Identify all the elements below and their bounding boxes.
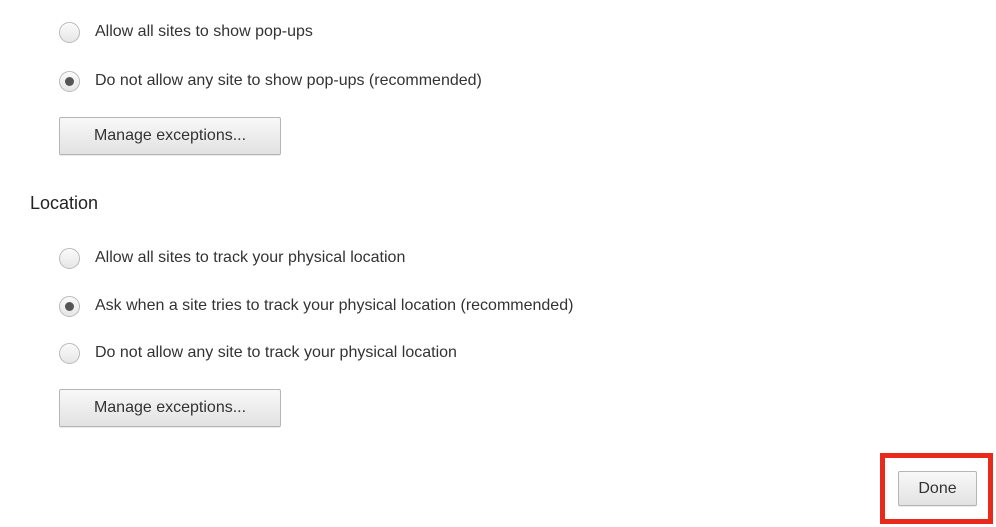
popups-block-all-label: Do not allow any site to show pop-ups (r…: [95, 72, 482, 89]
location-block-all-radio[interactable]: [59, 342, 80, 364]
radio-dot: [65, 76, 74, 86]
content-settings-page: Allow all sites to show pop-ups Do not a…: [0, 0, 996, 527]
popups-block-all-option[interactable]: Do not allow any site to show pop-ups (r…: [59, 69, 482, 93]
location-ask-label: Ask when a site tries to track your phys…: [95, 297, 574, 314]
location-ask-option[interactable]: Ask when a site tries to track your phys…: [59, 294, 573, 318]
popups-manage-exceptions-button[interactable]: Manage exceptions...: [59, 117, 281, 155]
popups-allow-all-label: Allow all sites to show pop-ups: [95, 23, 313, 40]
done-button[interactable]: Done: [898, 471, 977, 506]
location-allow-all-option[interactable]: Allow all sites to track your physical l…: [59, 246, 405, 270]
location-block-all-label: Do not allow any site to track your phys…: [95, 344, 457, 361]
popups-block-all-radio[interactable]: [59, 70, 80, 92]
location-manage-exceptions-button[interactable]: Manage exceptions...: [59, 389, 281, 427]
location-allow-all-label: Allow all sites to track your physical l…: [95, 249, 406, 266]
location-section-heading: Location: [30, 193, 99, 213]
radio-dot: [65, 301, 74, 311]
popups-allow-all-radio[interactable]: [59, 21, 80, 43]
location-ask-radio[interactable]: [59, 295, 80, 317]
popups-allow-all-option[interactable]: Allow all sites to show pop-ups: [59, 20, 313, 44]
location-block-all-option[interactable]: Do not allow any site to track your phys…: [59, 341, 457, 365]
location-allow-all-radio[interactable]: [59, 247, 80, 269]
